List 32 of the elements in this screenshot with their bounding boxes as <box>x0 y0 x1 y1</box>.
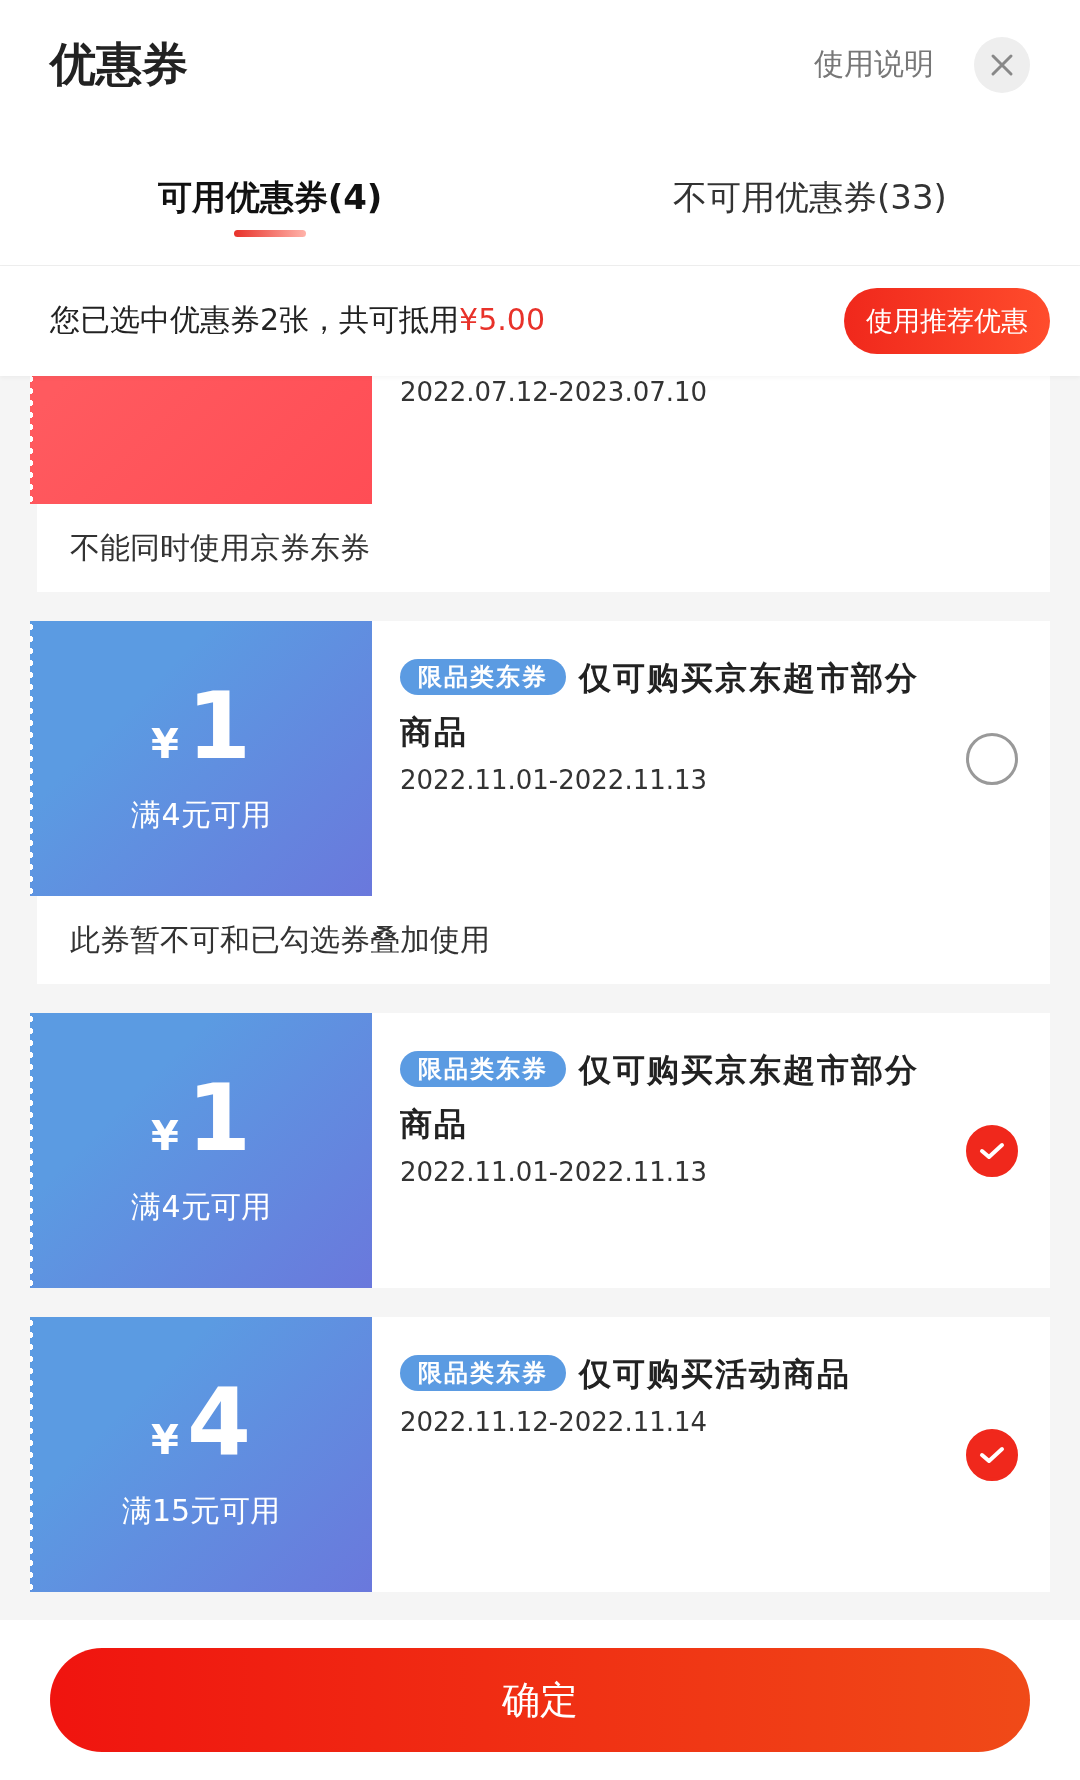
coupon-condition: 满4元可用 <box>131 795 271 834</box>
coupon-card[interactable]: ¥1 满4元可用 限品类东券 仅可购买京东超市部分商品 2022.11.01-2022.11.13 <box>30 620 1050 896</box>
coupon-date: 2022.11.01-2022.11.13 <box>400 764 709 795</box>
coupon-date: 2022.07.12-2023.07.10 <box>400 376 709 407</box>
coupon-title: 限品类东券 仅可购买京东超市部分商品 <box>400 657 920 753</box>
sheet-title: 优惠券 <box>50 35 189 93</box>
close-icon <box>990 52 1014 77</box>
coupon-amount: ¥4 <box>151 1376 251 1469</box>
coupon-checkbox[interactable] <box>966 733 1018 786</box>
coupon-amount: ¥1 <box>151 680 251 773</box>
coupon-checkbox[interactable] <box>966 1429 1018 1482</box>
coupon-tab[interactable]: 可用优惠券(4) <box>0 129 540 265</box>
coupon-condition: 满15元可用 <box>121 1491 281 1530</box>
checkmark-icon <box>979 1141 1005 1162</box>
confirm-button[interactable]: 确定 <box>50 1648 1030 1753</box>
coupon-card[interactable]: ¥1 满4元可用 限品类东券 仅可购买京东超市部分商品 2022.11.01-2022.11.13 <box>30 1012 1050 1288</box>
recommend-button[interactable]: 使用推荐优惠 <box>844 287 1050 354</box>
coupon-date: 2022.11.01-2022.11.13 <box>400 1156 709 1187</box>
coupon-note: 此券暂不可和已勾选券叠加使用 <box>37 895 1050 984</box>
selection-summary: 您已选中优惠券2张，共可抵用¥5.00 <box>50 301 545 340</box>
coupon-card[interactable]: ¥4 满15元可用 限品类东券 仅可购买活动商品 2022.11.12-2022.11.14 <box>30 1316 1050 1592</box>
coupon-amount: ¥1 <box>151 1072 251 1165</box>
usage-instructions-link[interactable]: 使用说明 <box>814 44 934 86</box>
coupon-date: 2022.11.12-2022.11.14 <box>400 1406 709 1437</box>
coupon-card[interactable]: 2022.07.12-2023.07.10 <box>30 375 1050 504</box>
coupon-checkbox[interactable] <box>966 1125 1018 1178</box>
coupon-title: 限品类东券 仅可购买京东超市部分商品 <box>400 1049 920 1145</box>
coupon-title: 限品类东券 仅可购买活动商品 <box>400 1346 920 1401</box>
checkmark-icon <box>979 1445 1005 1466</box>
coupon-note: 不能同时使用京券东券 <box>37 503 1050 592</box>
coupon-tab[interactable]: 不可用优惠券(33) <box>540 129 1080 265</box>
coupon-condition: 满4元可用 <box>131 1187 271 1226</box>
